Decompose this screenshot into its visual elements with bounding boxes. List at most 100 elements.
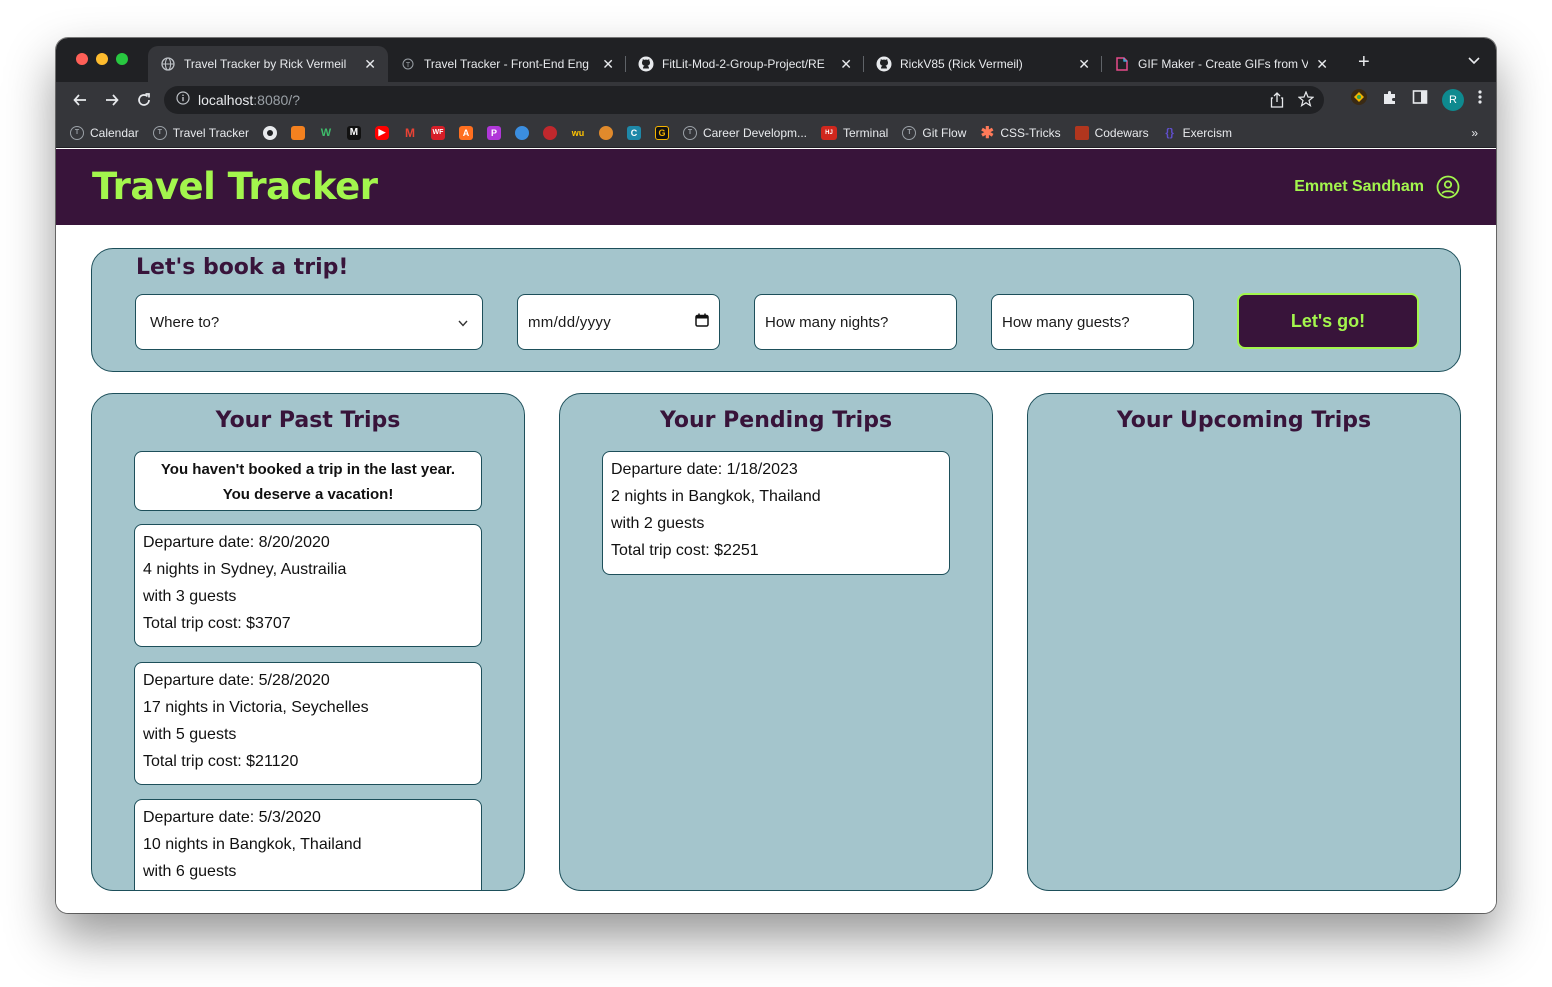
bookmark-terminal[interactable]: HJ Terminal (821, 125, 888, 140)
more-bookmarks-icon[interactable]: » (1471, 126, 1478, 140)
share-icon[interactable] (1270, 92, 1284, 113)
tab-rickv85[interactable]: RickV85 (Rick Vermeil) ✕ (864, 46, 1102, 82)
back-icon[interactable] (70, 90, 90, 110)
exercism-icon: {} (1165, 126, 1174, 139)
info-icon: T (152, 125, 167, 140)
star-icon[interactable] (1297, 90, 1315, 112)
bookmark-youtube[interactable]: ▶ (374, 125, 389, 140)
c-icon: C (626, 125, 641, 140)
profile-avatar[interactable]: R (1442, 88, 1464, 111)
w-icon: W (320, 126, 332, 139)
destination-select[interactable]: Where to? (135, 294, 483, 350)
wu-icon: wu (571, 127, 585, 138)
app-title: Travel Tracker (92, 165, 378, 208)
bookmark-css-tricks[interactable]: ✱ CSS-Tricks (980, 124, 1061, 142)
bookmark-wf[interactable]: WF (430, 125, 445, 140)
close-window-button[interactable] (76, 53, 88, 65)
cap-icon (542, 125, 557, 140)
bookmark-red-cap[interactable] (542, 125, 557, 140)
trip-departure: Departure date: 5/3/2020 (143, 809, 321, 826)
bookmark-g[interactable]: G (654, 125, 669, 140)
bookmark-label: Career Developm... (702, 125, 807, 140)
minimize-window-button[interactable] (96, 53, 108, 65)
bookmark-career[interactable]: T Career Developm... (682, 125, 807, 140)
tab-travel-tracker[interactable]: Travel Tracker by Rick Vermeil ✕ (148, 46, 388, 82)
bookmark-label: Git Flow (922, 125, 967, 140)
github-icon (876, 56, 892, 72)
chevron-down-icon[interactable] (1468, 54, 1480, 68)
url-text: localhost:8080/? (198, 92, 300, 108)
extension-icon[interactable] (1350, 88, 1368, 111)
browser-toolbar: localhost:8080/? R (56, 82, 1496, 118)
bookmark-travel-tracker[interactable]: T Travel Tracker (152, 125, 249, 140)
svg-text:T: T (406, 62, 411, 69)
close-tab-icon[interactable]: ✕ (1078, 56, 1090, 73)
tab-title: RickV85 (Rick Vermeil) (900, 57, 1023, 71)
grid-icon (290, 125, 305, 140)
bookmark-c[interactable]: C (626, 125, 641, 140)
bookmark-w[interactable]: W (319, 126, 333, 140)
tab-bar: Travel Tracker by Rick Vermeil ✕ T Trave… (56, 38, 1496, 82)
bookmark-gmail[interactable]: M (403, 126, 417, 140)
bookmark-calendar[interactable]: T Calendar (70, 125, 139, 140)
info-icon: T (902, 125, 917, 140)
app-header: Travel Tracker Emmet Sandham (56, 149, 1496, 225)
tab-gif-maker[interactable]: GIF Maker - Create GIFs from V ✕ (1102, 46, 1340, 82)
bookmark-wu[interactable]: wu (571, 126, 585, 140)
maximize-window-button[interactable] (116, 53, 128, 65)
bookmark-purple[interactable]: P (486, 125, 501, 140)
bookmark-basketball[interactable] (598, 125, 613, 140)
tab-title: FitLit-Mod-2-Group-Project/RE (662, 57, 825, 71)
bookmark-git-flow[interactable]: T Git Flow (902, 125, 967, 140)
submit-trip-button[interactable]: Let's go! (1237, 293, 1419, 349)
side-panel-icon[interactable] (1412, 89, 1428, 110)
close-tab-icon[interactable]: ✕ (602, 56, 614, 73)
date-placeholder: mm/dd/yyyy (528, 313, 612, 331)
date-input[interactable]: mm/dd/yyyy (517, 294, 720, 350)
trip-card: Departure date: 1/18/2023 2 nights in Ba… (602, 451, 950, 575)
tab-strip: Travel Tracker by Rick Vermeil ✕ T Trave… (148, 46, 1340, 82)
purple-icon: P (486, 125, 501, 140)
github-icon (262, 125, 277, 140)
hex-icon (514, 125, 529, 140)
new-tab-icon[interactable]: + (1358, 50, 1370, 74)
user-menu[interactable]: Emmet Sandham (1294, 175, 1460, 199)
user-circle-icon[interactable] (1436, 175, 1460, 199)
reload-icon[interactable] (134, 90, 154, 110)
github-icon (638, 56, 654, 72)
info-icon: T (400, 56, 416, 72)
asterisk-icon: ✱ (980, 124, 995, 142)
tab-title: Travel Tracker - Front-End Eng (424, 57, 589, 71)
destination-value: Where to? (150, 313, 220, 331)
wf-icon: WF (430, 125, 445, 140)
close-tab-icon[interactable]: ✕ (840, 56, 852, 73)
upcoming-trips-title: Your Upcoming Trips (1116, 408, 1372, 433)
tab-fitlit[interactable]: FitLit-Mod-2-Group-Project/RE ✕ (626, 46, 864, 82)
g-icon: G (654, 125, 669, 140)
bookmark-medium[interactable]: M (346, 125, 361, 140)
trip-guests: with 3 guests (143, 588, 237, 605)
guests-placeholder: How many guests? (1002, 313, 1130, 331)
guests-input[interactable]: How many guests? (991, 294, 1194, 350)
address-bar[interactable]: localhost:8080/? (164, 86, 1324, 114)
info-icon[interactable] (176, 90, 190, 110)
close-tab-icon[interactable]: ✕ (1316, 56, 1328, 73)
nights-input[interactable]: How many nights? (754, 294, 957, 350)
bookmark-github[interactable] (262, 125, 277, 140)
info-icon: T (682, 125, 697, 140)
bookmark-ext-orange[interactable] (290, 125, 305, 140)
bookmark-orange-a[interactable]: A (458, 125, 473, 140)
kebab-menu-icon[interactable] (1478, 89, 1482, 110)
bookmark-exercism[interactable]: {} Exercism (1163, 126, 1232, 140)
user-name: Emmet Sandham (1294, 178, 1424, 195)
calendar-icon[interactable] (695, 313, 709, 331)
bookmark-blue-hex[interactable] (514, 125, 529, 140)
forward-icon[interactable] (102, 90, 122, 110)
bookmark-codewars[interactable]: Codewars (1074, 125, 1149, 140)
trip-card: Departure date: 8/20/2020 4 nights in Sy… (134, 524, 482, 647)
puzzle-icon[interactable] (1382, 89, 1398, 110)
tab-front-end[interactable]: T Travel Tracker - Front-End Eng ✕ (388, 46, 626, 82)
medium-icon: M (346, 125, 361, 140)
bookmark-label: Exercism (1182, 125, 1232, 140)
close-tab-icon[interactable]: ✕ (364, 56, 376, 73)
